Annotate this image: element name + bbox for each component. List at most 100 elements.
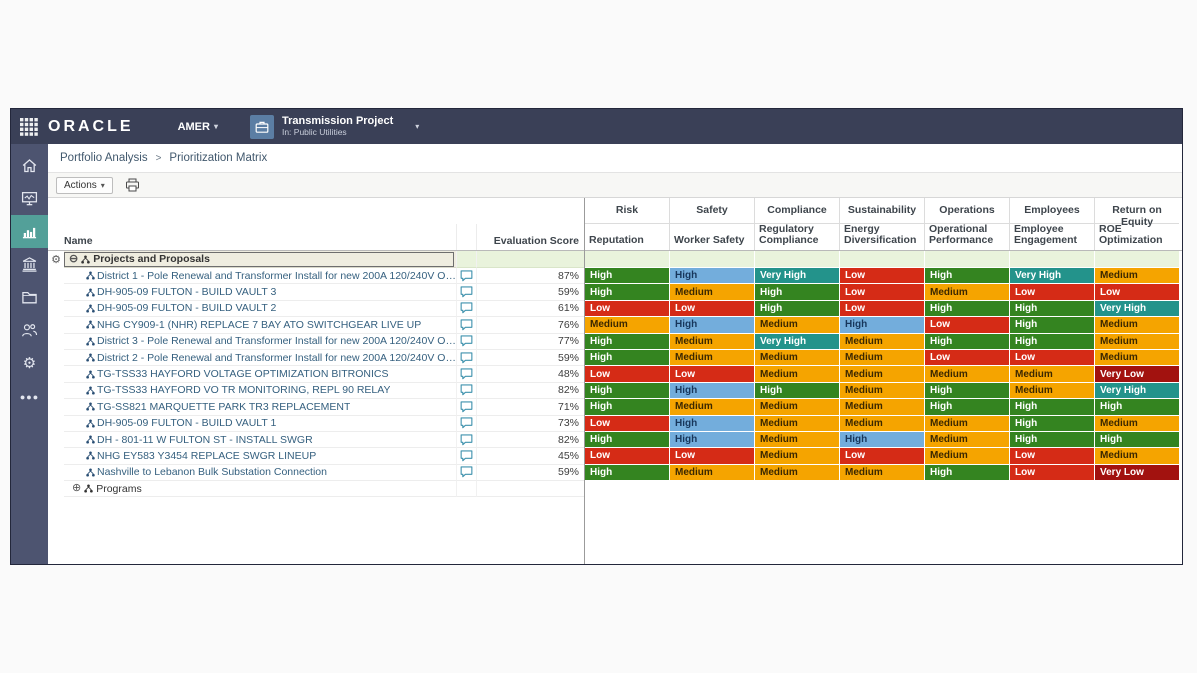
comment-cell[interactable]: [456, 317, 476, 333]
matrix-cell[interactable]: Medium: [1095, 317, 1180, 333]
matrix-cell[interactable]: High: [1095, 399, 1180, 415]
matrix-cell[interactable]: High: [585, 383, 670, 399]
print-button[interactable]: [125, 178, 140, 192]
matrix-cell[interactable]: High: [925, 383, 1010, 399]
matrix-cell[interactable]: High: [1095, 432, 1180, 448]
matrix-cell[interactable]: Medium: [670, 350, 755, 366]
comment-cell[interactable]: [456, 366, 476, 382]
matrix-cell[interactable]: High: [585, 432, 670, 448]
matrix-cell[interactable]: Low: [840, 284, 925, 300]
matrix-cell[interactable]: Medium: [755, 366, 840, 382]
matrix-cell[interactable]: Medium: [1010, 383, 1095, 399]
project-name-link[interactable]: District 3 - Pole Renewal and Transforme…: [97, 335, 456, 347]
matrix-cell[interactable]: Medium: [840, 465, 925, 481]
score-column-header[interactable]: Evaluation Score: [476, 224, 584, 250]
group-focus-box[interactable]: ⊖Projects and Proposals: [64, 252, 454, 267]
column-header[interactable]: Energy Diversification: [839, 224, 924, 250]
matrix-cell[interactable]: High: [1010, 317, 1095, 333]
comment-cell[interactable]: [456, 350, 476, 366]
matrix-cell[interactable]: Very High: [1095, 383, 1180, 399]
matrix-cell[interactable]: Medium: [840, 383, 925, 399]
matrix-cell[interactable]: Low: [840, 301, 925, 317]
sidebar-item-settings[interactable]: ⚙: [11, 347, 48, 380]
column-header[interactable]: Operational Performance: [924, 224, 1009, 250]
project-name-link[interactable]: TG-TSS33 HAYFORD VOLTAGE OPTIMIZATION BI…: [97, 368, 389, 380]
matrix-cell[interactable]: High: [925, 334, 1010, 350]
matrix-cell[interactable]: Medium: [670, 465, 755, 481]
sidebar-item-resources[interactable]: [11, 314, 48, 347]
matrix-cell[interactable]: Very High: [755, 268, 840, 284]
frozen-pane-divider[interactable]: [584, 198, 585, 564]
matrix-cell[interactable]: Low: [1010, 465, 1095, 481]
matrix-cell[interactable]: Medium: [755, 317, 840, 333]
project-name-link[interactable]: NHG EY583 Y3454 REPLACE SWGR LINEUP: [97, 450, 316, 462]
region-switcher[interactable]: AMER ▾: [178, 121, 218, 133]
project-name-link[interactable]: District 1 - Pole Renewal and Transforme…: [97, 270, 456, 282]
column-header[interactable]: Regulatory Compliance: [754, 224, 839, 250]
column-header[interactable]: Reputation: [584, 224, 669, 250]
matrix-cell[interactable]: Medium: [1095, 268, 1180, 284]
project-name-link[interactable]: NHG CY909-1 (NHR) REPLACE 7 BAY ATO SWIT…: [97, 319, 421, 331]
comment-cell[interactable]: [456, 268, 476, 284]
comment-cell[interactable]: [456, 416, 476, 432]
matrix-cell[interactable]: Low: [585, 448, 670, 464]
matrix-cell[interactable]: Medium: [1095, 334, 1180, 350]
breadcrumb-portfolio-analysis[interactable]: Portfolio Analysis: [60, 152, 148, 164]
sidebar-item-home[interactable]: [11, 149, 48, 182]
matrix-cell[interactable]: Medium: [925, 366, 1010, 382]
matrix-cell[interactable]: High: [925, 465, 1010, 481]
matrix-cell[interactable]: High: [925, 399, 1010, 415]
matrix-cell[interactable]: High: [585, 334, 670, 350]
group-row-programs[interactable]: ⊕Programs: [48, 481, 1182, 497]
comment-cell[interactable]: [456, 284, 476, 300]
matrix-cell[interactable]: High: [585, 465, 670, 481]
matrix-cell[interactable]: Medium: [840, 399, 925, 415]
matrix-cell[interactable]: High: [840, 432, 925, 448]
matrix-cell[interactable]: Medium: [755, 465, 840, 481]
column-header[interactable]: Worker Safety: [669, 224, 754, 250]
matrix-cell[interactable]: Low: [1010, 284, 1095, 300]
matrix-cell[interactable]: High: [1010, 399, 1095, 415]
matrix-cell[interactable]: Medium: [755, 350, 840, 366]
matrix-cell[interactable]: Low: [585, 301, 670, 317]
sidebar-item-more[interactable]: ●●●: [11, 380, 48, 413]
group-name-cell[interactable]: ⊖Projects and Proposals: [64, 251, 456, 268]
matrix-cell[interactable]: Very High: [1095, 301, 1180, 317]
project-name-link[interactable]: TG-SS821 MARQUETTE PARK TR3 REPLACEMENT: [97, 401, 350, 413]
matrix-cell[interactable]: Low: [925, 317, 1010, 333]
matrix-cell[interactable]: Low: [585, 366, 670, 382]
matrix-cell[interactable]: Very Low: [1095, 465, 1180, 481]
matrix-cell[interactable]: Medium: [925, 416, 1010, 432]
matrix-cell[interactable]: Medium: [840, 366, 925, 382]
project-name-link[interactable]: DH - 801-11 W FULTON ST - INSTALL SWGR: [97, 434, 313, 446]
comment-cell[interactable]: [456, 448, 476, 464]
matrix-cell[interactable]: High: [925, 301, 1010, 317]
matrix-cell[interactable]: Medium: [755, 399, 840, 415]
matrix-cell[interactable]: High: [670, 317, 755, 333]
matrix-cell[interactable]: Low: [1010, 350, 1095, 366]
matrix-cell[interactable]: Medium: [840, 334, 925, 350]
comment-cell[interactable]: [456, 465, 476, 481]
matrix-cell[interactable]: High: [840, 317, 925, 333]
project-switcher[interactable]: Transmission Project In: Public Utilitie…: [282, 115, 393, 137]
matrix-cell[interactable]: Low: [840, 268, 925, 284]
matrix-cell[interactable]: Low: [1095, 284, 1180, 300]
matrix-cell[interactable]: Very High: [755, 334, 840, 350]
comment-cell[interactable]: [456, 399, 476, 415]
column-header[interactable]: ROE Optimization: [1094, 224, 1179, 250]
matrix-cell[interactable]: High: [925, 268, 1010, 284]
project-name-link[interactable]: DH-905-09 FULTON - BUILD VAULT 3: [97, 286, 276, 298]
matrix-cell[interactable]: Low: [840, 448, 925, 464]
matrix-cell[interactable]: High: [585, 268, 670, 284]
matrix-cell[interactable]: Medium: [840, 416, 925, 432]
comment-cell[interactable]: [456, 334, 476, 350]
matrix-cell[interactable]: High: [670, 383, 755, 399]
matrix-cell[interactable]: Medium: [670, 284, 755, 300]
matrix-cell[interactable]: High: [585, 284, 670, 300]
matrix-cell[interactable]: High: [1010, 301, 1095, 317]
project-name-link[interactable]: DH-905-09 FULTON - BUILD VAULT 1: [97, 417, 276, 429]
matrix-cell[interactable]: Medium: [670, 399, 755, 415]
matrix-cell[interactable]: High: [755, 284, 840, 300]
comment-cell[interactable]: [456, 383, 476, 399]
comment-cell[interactable]: [456, 301, 476, 317]
